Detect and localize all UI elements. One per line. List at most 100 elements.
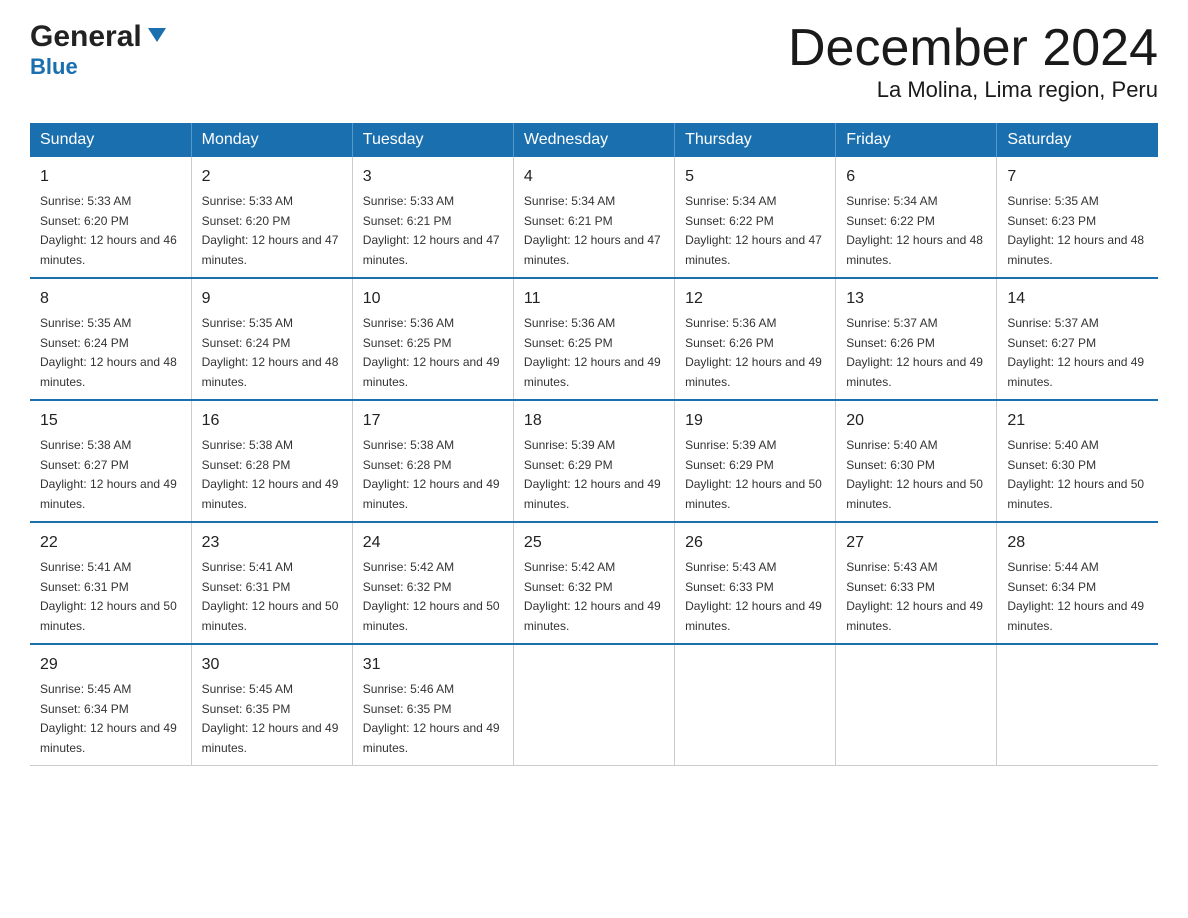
day-info: Sunrise: 5:34 AMSunset: 6:22 PMDaylight:… <box>685 194 822 267</box>
day-number: 16 <box>202 409 342 433</box>
day-number: 1 <box>40 165 181 189</box>
day-info: Sunrise: 5:37 AMSunset: 6:26 PMDaylight:… <box>846 316 983 389</box>
day-info: Sunrise: 5:45 AMSunset: 6:35 PMDaylight:… <box>202 682 339 755</box>
calendar-cell: 12 Sunrise: 5:36 AMSunset: 6:26 PMDayligh… <box>675 278 836 400</box>
day-info: Sunrise: 5:42 AMSunset: 6:32 PMDaylight:… <box>524 560 661 633</box>
day-info: Sunrise: 5:43 AMSunset: 6:33 PMDaylight:… <box>685 560 822 633</box>
calendar-week-row: 29 Sunrise: 5:45 AMSunset: 6:34 PMDayligh… <box>30 644 1158 766</box>
day-info: Sunrise: 5:45 AMSunset: 6:34 PMDaylight:… <box>40 682 177 755</box>
calendar-cell <box>997 644 1158 766</box>
calendar-cell: 26 Sunrise: 5:43 AMSunset: 6:33 PMDayligh… <box>675 522 836 644</box>
day-number: 25 <box>524 531 664 555</box>
calendar-cell <box>513 644 674 766</box>
calendar-cell: 13 Sunrise: 5:37 AMSunset: 6:26 PMDayligh… <box>836 278 997 400</box>
day-number: 26 <box>685 531 825 555</box>
day-number: 29 <box>40 653 181 677</box>
weekday-header-wednesday: Wednesday <box>513 123 674 157</box>
weekday-header-monday: Monday <box>191 123 352 157</box>
calendar-cell: 24Sunrise: 5:42 AMSunset: 6:32 PMDayligh… <box>352 522 513 644</box>
calendar-cell: 7 Sunrise: 5:35 AMSunset: 6:23 PMDaylight… <box>997 157 1158 278</box>
day-number: 10 <box>363 287 503 311</box>
calendar-cell: 4Sunrise: 5:34 AMSunset: 6:21 PMDaylight… <box>513 157 674 278</box>
calendar-cell: 25 Sunrise: 5:42 AMSunset: 6:32 PMDayligh… <box>513 522 674 644</box>
day-info: Sunrise: 5:44 AMSunset: 6:34 PMDaylight:… <box>1007 560 1144 633</box>
calendar-cell: 1 Sunrise: 5:33 AMSunset: 6:20 PMDaylight… <box>30 157 191 278</box>
day-number: 23 <box>202 531 342 555</box>
day-info: Sunrise: 5:38 AMSunset: 6:28 PMDaylight:… <box>202 438 339 511</box>
day-number: 19 <box>685 409 825 433</box>
day-number: 21 <box>1007 409 1148 433</box>
calendar-cell: 5 Sunrise: 5:34 AMSunset: 6:22 PMDaylight… <box>675 157 836 278</box>
logo-arrow-icon <box>146 24 168 51</box>
calendar-cell: 8 Sunrise: 5:35 AMSunset: 6:24 PMDaylight… <box>30 278 191 400</box>
calendar-cell: 28 Sunrise: 5:44 AMSunset: 6:34 PMDayligh… <box>997 522 1158 644</box>
weekday-header-sunday: Sunday <box>30 123 191 157</box>
day-number: 3 <box>363 165 503 189</box>
day-number: 6 <box>846 165 986 189</box>
day-number: 22 <box>40 531 181 555</box>
page-header: General Blue December 2024 La Molina, Li… <box>30 20 1158 103</box>
logo: General Blue <box>30 20 168 80</box>
day-number: 20 <box>846 409 986 433</box>
calendar-title: December 2024 <box>788 20 1158 77</box>
day-info: Sunrise: 5:36 AMSunset: 6:25 PMDaylight:… <box>524 316 661 389</box>
day-info: Sunrise: 5:46 AMSunset: 6:35 PMDaylight:… <box>363 682 500 755</box>
weekday-header-friday: Friday <box>836 123 997 157</box>
day-info: Sunrise: 5:35 AMSunset: 6:24 PMDaylight:… <box>202 316 339 389</box>
calendar-cell: 22 Sunrise: 5:41 AMSunset: 6:31 PMDayligh… <box>30 522 191 644</box>
calendar-cell: 16 Sunrise: 5:38 AMSunset: 6:28 PMDayligh… <box>191 400 352 522</box>
day-info: Sunrise: 5:33 AMSunset: 6:20 PMDaylight:… <box>40 194 177 267</box>
day-number: 11 <box>524 287 664 311</box>
day-info: Sunrise: 5:35 AMSunset: 6:23 PMDaylight:… <box>1007 194 1144 267</box>
calendar-week-row: 1 Sunrise: 5:33 AMSunset: 6:20 PMDaylight… <box>30 157 1158 278</box>
calendar-cell: 14Sunrise: 5:37 AMSunset: 6:27 PMDayligh… <box>997 278 1158 400</box>
calendar-cell <box>836 644 997 766</box>
day-number: 18 <box>524 409 664 433</box>
day-info: Sunrise: 5:35 AMSunset: 6:24 PMDaylight:… <box>40 316 177 389</box>
calendar-week-row: 22 Sunrise: 5:41 AMSunset: 6:31 PMDayligh… <box>30 522 1158 644</box>
calendar-cell: 31 Sunrise: 5:46 AMSunset: 6:35 PMDayligh… <box>352 644 513 766</box>
day-info: Sunrise: 5:43 AMSunset: 6:33 PMDaylight:… <box>846 560 983 633</box>
calendar-cell: 27Sunrise: 5:43 AMSunset: 6:33 PMDayligh… <box>836 522 997 644</box>
day-info: Sunrise: 5:40 AMSunset: 6:30 PMDaylight:… <box>1007 438 1144 511</box>
calendar-cell: 11 Sunrise: 5:36 AMSunset: 6:25 PMDayligh… <box>513 278 674 400</box>
day-number: 8 <box>40 287 181 311</box>
calendar-week-row: 15 Sunrise: 5:38 AMSunset: 6:27 PMDayligh… <box>30 400 1158 522</box>
day-number: 13 <box>846 287 986 311</box>
calendar-cell: 3Sunrise: 5:33 AMSunset: 6:21 PMDaylight… <box>352 157 513 278</box>
day-number: 12 <box>685 287 825 311</box>
weekday-header-tuesday: Tuesday <box>352 123 513 157</box>
day-info: Sunrise: 5:36 AMSunset: 6:26 PMDaylight:… <box>685 316 822 389</box>
calendar-cell: 10 Sunrise: 5:36 AMSunset: 6:25 PMDayligh… <box>352 278 513 400</box>
day-number: 9 <box>202 287 342 311</box>
day-number: 28 <box>1007 531 1148 555</box>
day-number: 4 <box>524 165 664 189</box>
day-info: Sunrise: 5:41 AMSunset: 6:31 PMDaylight:… <box>202 560 339 633</box>
day-number: 5 <box>685 165 825 189</box>
calendar-cell: 21 Sunrise: 5:40 AMSunset: 6:30 PMDayligh… <box>997 400 1158 522</box>
calendar-cell: 19Sunrise: 5:39 AMSunset: 6:29 PMDayligh… <box>675 400 836 522</box>
calendar-cell: 2 Sunrise: 5:33 AMSunset: 6:20 PMDaylight… <box>191 157 352 278</box>
day-number: 31 <box>363 653 503 677</box>
day-info: Sunrise: 5:38 AMSunset: 6:27 PMDaylight:… <box>40 438 177 511</box>
title-block: December 2024 La Molina, Lima region, Pe… <box>788 20 1158 103</box>
weekday-header-saturday: Saturday <box>997 123 1158 157</box>
day-number: 7 <box>1007 165 1148 189</box>
calendar-cell: 20Sunrise: 5:40 AMSunset: 6:30 PMDayligh… <box>836 400 997 522</box>
weekday-header-thursday: Thursday <box>675 123 836 157</box>
calendar-cell: 30 Sunrise: 5:45 AMSunset: 6:35 PMDayligh… <box>191 644 352 766</box>
calendar-cell: 18Sunrise: 5:39 AMSunset: 6:29 PMDayligh… <box>513 400 674 522</box>
day-number: 30 <box>202 653 342 677</box>
day-number: 15 <box>40 409 181 433</box>
day-info: Sunrise: 5:36 AMSunset: 6:25 PMDaylight:… <box>363 316 500 389</box>
day-number: 2 <box>202 165 342 189</box>
calendar-cell: 9 Sunrise: 5:35 AMSunset: 6:24 PMDaylight… <box>191 278 352 400</box>
day-info: Sunrise: 5:38 AMSunset: 6:28 PMDaylight:… <box>363 438 500 511</box>
day-info: Sunrise: 5:33 AMSunset: 6:20 PMDaylight:… <box>202 194 339 267</box>
day-info: Sunrise: 5:37 AMSunset: 6:27 PMDaylight:… <box>1007 316 1144 389</box>
day-info: Sunrise: 5:41 AMSunset: 6:31 PMDaylight:… <box>40 560 177 633</box>
calendar-week-row: 8 Sunrise: 5:35 AMSunset: 6:24 PMDaylight… <box>30 278 1158 400</box>
day-info: Sunrise: 5:34 AMSunset: 6:22 PMDaylight:… <box>846 194 983 267</box>
calendar-cell: 6 Sunrise: 5:34 AMSunset: 6:22 PMDaylight… <box>836 157 997 278</box>
day-info: Sunrise: 5:42 AMSunset: 6:32 PMDaylight:… <box>363 560 500 633</box>
